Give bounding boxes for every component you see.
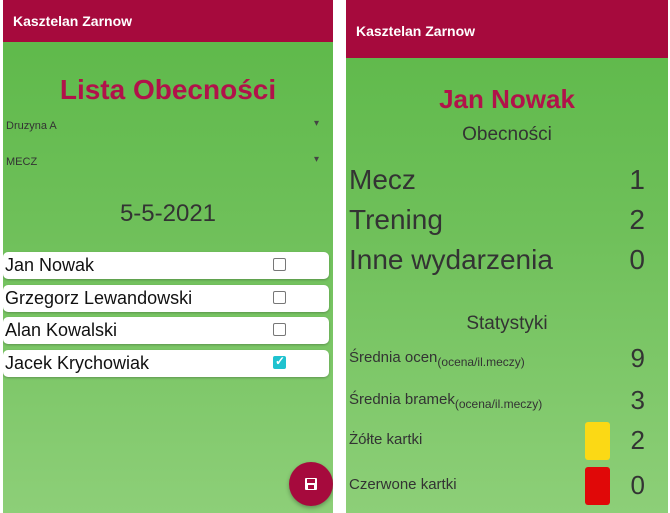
attendance-label: Trening (349, 204, 443, 235)
app-bar: Kasztelan Zarnow (3, 0, 333, 42)
check-icon: ✓ (275, 354, 286, 368)
player-details-screen: Kasztelan Zarnow Jan Nowak Obecności Mec… (346, 0, 668, 513)
app-title: Kasztelan Zarnow (13, 13, 133, 29)
stat-label-main: Średnia ocen (349, 349, 438, 366)
attendance-heading: Obecności (462, 124, 552, 145)
attendance-label: Mecz (349, 164, 416, 195)
app-title: Kasztelan Zarnow (356, 23, 476, 39)
player-row[interactable]: Jan Nowak (3, 252, 329, 279)
stat-label: Średnia ocen(ocena/il.meczy) (349, 349, 525, 369)
attendance-checkbox-checked[interactable]: ✓ (273, 354, 286, 369)
event-type-dropdown[interactable]: MECZ ▾ (3, 152, 325, 174)
stat-label: Czerwone kartki (349, 476, 457, 493)
attendance-row-match: Mecz 1 (349, 164, 645, 198)
team-dropdown[interactable]: Druzyna A ▾ (3, 116, 325, 138)
attendance-label: Inne wydarzenia (349, 244, 553, 275)
save-button[interactable] (289, 462, 333, 506)
player-name: Jan Nowak (5, 255, 95, 275)
attendance-checkbox[interactable] (273, 291, 286, 304)
player-name: Jacek Krychowiak (5, 353, 150, 373)
save-icon (305, 478, 317, 490)
attendance-checkbox[interactable] (273, 323, 286, 336)
attendance-value: 1 (629, 164, 645, 195)
page-title: Lista Obecności (59, 74, 277, 105)
stat-row-yellow-cards: Żółte kartki 2 (349, 422, 645, 460)
stat-value: 3 (630, 385, 645, 415)
event-type-dropdown-value: MECZ (6, 156, 38, 168)
attendance-value: 2 (629, 204, 645, 235)
red-card-icon (585, 467, 610, 505)
player-row[interactable]: Grzegorz Lewandowski (3, 285, 329, 312)
stat-row-avg-rating: Średnia ocen(ocena/il.meczy) 9 (349, 343, 645, 377)
stat-row-red-cards: Czerwone kartki 0 (349, 467, 645, 505)
dropdown-arrow-icon: ▾ (313, 154, 319, 165)
attendance-row-other-events: Inne wydarzenia 0 (349, 244, 645, 278)
stat-row-avg-goals: Średnia bramek(ocena/il.meczy) 3 (349, 385, 645, 419)
stat-label-sub: (ocena/il.meczy) (437, 355, 525, 369)
app-bar: Kasztelan Zarnow (346, 0, 668, 58)
player-row[interactable]: Alan Kowalski (3, 317, 329, 344)
attendance-value: 0 (629, 244, 645, 275)
stats-heading: Statystyki (466, 313, 548, 334)
stat-label: Średnia bramek(ocena/il.meczy) (349, 391, 543, 411)
dropdown-arrow-icon: ▾ (313, 118, 319, 129)
stat-label-sub: (ocena/il.meczy) (454, 397, 543, 411)
yellow-card-icon (585, 422, 610, 460)
player-name-title: Jan Nowak (439, 84, 575, 114)
player-row[interactable]: Jacek Krychowiak ✓ (3, 350, 329, 377)
player-name: Grzegorz Lewandowski (5, 288, 193, 308)
stat-value: 0 (630, 470, 645, 500)
stat-label-main: Średnia bramek (349, 391, 455, 408)
attendance-row-training: Trening 2 (349, 204, 645, 238)
stat-value: 9 (630, 343, 645, 373)
attendance-checkbox[interactable] (273, 258, 286, 271)
event-date[interactable]: 5-5-2021 (3, 200, 333, 228)
stat-label: Żółte kartki (349, 431, 423, 448)
player-name: Alan Kowalski (5, 320, 118, 340)
attendance-list-screen: Kasztelan Zarnow Lista Obecności Druzyna… (3, 0, 333, 513)
stat-value: 2 (630, 425, 645, 455)
team-dropdown-value: Druzyna A (6, 120, 57, 132)
